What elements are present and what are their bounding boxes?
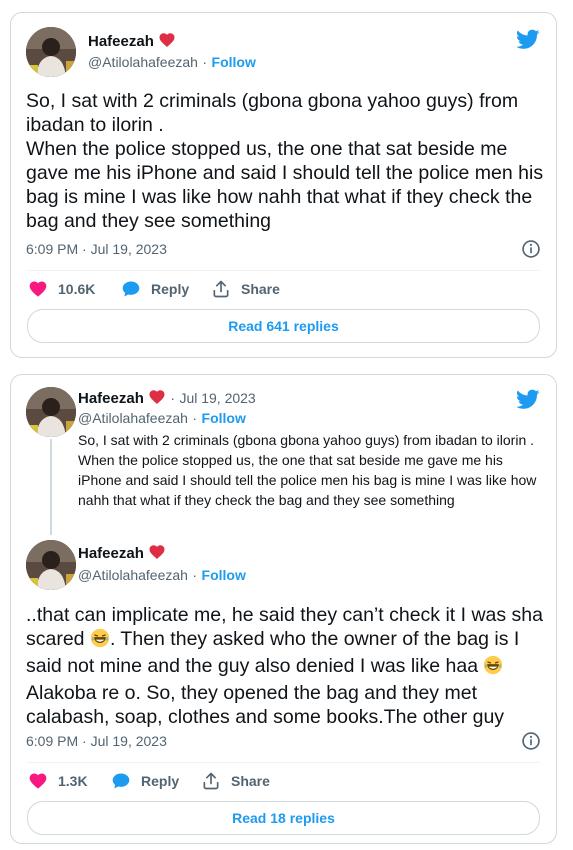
avatar[interactable]	[26, 540, 76, 590]
author-handle[interactable]: @Atilolahafeezah	[88, 54, 198, 70]
reply-bubble-icon	[111, 771, 131, 791]
share-upload-icon	[211, 279, 231, 299]
like-button[interactable]: 10.6K	[28, 279, 95, 299]
twitter-bird-icon[interactable]	[516, 387, 540, 416]
parent-tweet-text: So, I sat with 2 criminals (gbona gbona …	[78, 432, 537, 508]
parent-date[interactable]: Jul 19, 2023	[179, 390, 255, 406]
like-heart-icon	[28, 279, 48, 299]
separator-dot: ·	[170, 390, 175, 406]
like-heart-icon	[28, 771, 48, 791]
author-name-row: Hafeezah	[88, 31, 176, 54]
red-heart-emoji-icon	[148, 388, 166, 411]
tweet-text: So, I sat with 2 criminals (gbona gbona …	[26, 90, 544, 232]
follow-button[interactable]: Follow	[212, 54, 256, 70]
reply-button[interactable]: Reply	[111, 771, 179, 791]
reply-label: Reply	[141, 773, 180, 789]
parent-handle-row: @Atilolahafeezah · Follow	[78, 410, 246, 428]
read-replies-button[interactable]: Read 641 replies	[27, 309, 540, 343]
author-name-row: Hafeezah	[78, 543, 166, 566]
tweet-text: ..that can implicate me, he said they ca…	[26, 603, 546, 729]
like-count: 1.3K	[58, 773, 88, 789]
thread-connector-line	[50, 439, 52, 535]
reply-button[interactable]: Reply	[121, 279, 189, 299]
share-label: Share	[241, 281, 280, 297]
handle-row: @Atilolahafeezah · Follow	[78, 567, 246, 585]
reply-bubble-icon	[121, 279, 141, 299]
tweet-card-2: Hafeezah · Jul 19, 2023 @Atilolahafeezah…	[10, 374, 557, 844]
share-upload-icon	[201, 771, 221, 791]
parent-author-handle[interactable]: @Atilolahafeezah	[78, 410, 188, 426]
laughing-tears-emoji-icon	[90, 628, 110, 654]
separator-dot: ·	[202, 54, 208, 70]
divider	[27, 762, 540, 763]
like-button[interactable]: 1.3K	[28, 771, 88, 791]
follow-button[interactable]: Follow	[202, 567, 246, 583]
tweet-timestamp[interactable]: 6:09 PM · Jul 19, 2023	[26, 241, 167, 257]
author-handle[interactable]: @Atilolahafeezah	[78, 567, 188, 583]
author-name[interactable]: Hafeezah	[88, 33, 154, 50]
twitter-bird-icon[interactable]	[516, 27, 540, 56]
info-icon[interactable]	[521, 731, 541, 756]
handle-row: @Atilolahafeezah · Follow	[88, 54, 256, 72]
tweet-card-1: Hafeezah @Atilolahafeezah · Follow So, I…	[10, 12, 557, 358]
info-icon[interactable]	[521, 239, 541, 264]
separator-dot: ·	[192, 567, 198, 583]
avatar[interactable]	[26, 27, 76, 77]
parent-avatar[interactable]	[26, 387, 76, 437]
read-replies-button[interactable]: Read 18 replies	[27, 801, 540, 835]
share-button[interactable]: Share	[211, 279, 280, 299]
author-name[interactable]: Hafeezah	[78, 545, 144, 562]
share-label: Share	[231, 773, 270, 789]
red-heart-emoji-icon	[148, 543, 166, 566]
share-button[interactable]: Share	[201, 771, 270, 791]
divider	[27, 270, 540, 271]
red-heart-emoji-icon	[158, 31, 176, 54]
parent-author-name[interactable]: Hafeezah	[78, 390, 144, 407]
laughing-tears-emoji-icon	[483, 655, 503, 681]
reply-label: Reply	[151, 281, 190, 297]
parent-follow-button[interactable]: Follow	[202, 410, 246, 426]
parent-author-row: Hafeezah · Jul 19, 2023	[78, 388, 256, 411]
separator-dot: ·	[192, 410, 198, 426]
like-count: 10.6K	[58, 281, 96, 297]
tweet-timestamp[interactable]: 6:09 PM · Jul 19, 2023	[26, 733, 167, 749]
